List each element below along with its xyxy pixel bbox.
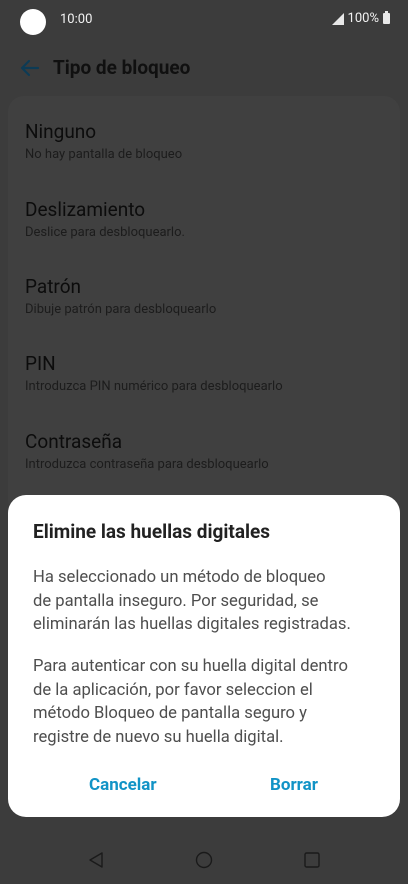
list-item-subtitle: No hay pantalla de bloqueo xyxy=(25,147,183,162)
signal-icon xyxy=(331,12,344,25)
dialog-message-line: eliminarán las huellas digitales registr… xyxy=(33,615,351,634)
list-item-deslizamiento[interactable]: Deslizamiento Deslice para desbloquearlo… xyxy=(25,198,385,240)
status-bar: 10:00 100% xyxy=(0,0,408,40)
list-item-subtitle: Introduzca contraseña para desbloquearlo xyxy=(25,457,269,472)
arrow-left-icon[interactable] xyxy=(16,54,44,82)
dialog-message-line: registre de nuevo su huella digital. xyxy=(33,727,284,747)
cancel-button[interactable]: Cancelar xyxy=(89,775,157,795)
battery-icon xyxy=(383,11,390,24)
remove-fingerprints-dialog: Elimine las huellas digitales Ha selecci… xyxy=(8,495,400,817)
screen: 10:00 100% Tipo de bloqueo Ninguno No ha… xyxy=(0,0,408,884)
notification-dot-icon xyxy=(20,9,46,35)
list-item-title: PIN xyxy=(25,352,56,375)
list-item-subtitle: Introduzca PIN numérico para desbloquear… xyxy=(25,379,283,394)
dialog-message-line: de la aplicación, por favor seleccion el xyxy=(33,680,313,700)
status-indicators: 100% xyxy=(331,11,390,26)
dialog-message-line: de pantalla inseguro. Por seguridad, se xyxy=(33,591,319,611)
navigation-bar xyxy=(0,834,408,884)
dialog-message-2: Para autenticar con su huella digital de… xyxy=(33,655,383,749)
list-item-title: Patrón xyxy=(25,275,82,298)
list-item-subtitle: Dibuje patrón para desbloquearlo xyxy=(25,302,217,317)
dialog-message-line: método Bloqueo de pantalla seguro y xyxy=(33,704,307,723)
recents-icon[interactable] xyxy=(302,850,322,870)
app-header: Tipo de bloqueo xyxy=(0,44,408,92)
list-item-pin[interactable]: PIN Introduzca PIN numérico para desbloq… xyxy=(25,352,385,394)
delete-button[interactable]: Borrar xyxy=(270,775,318,795)
status-time: 10:00 xyxy=(60,12,93,27)
dialog-message-line: Para autenticar con su huella digital de… xyxy=(33,657,348,676)
battery-percent: 100% xyxy=(347,11,379,26)
dialog-message-line: Ha seleccionado un método de bloqueo xyxy=(33,568,326,587)
list-item-patron[interactable]: Patrón Dibuje patrón para desbloquearlo xyxy=(25,275,385,317)
list-item-ninguno[interactable]: Ninguno No hay pantalla de bloqueo xyxy=(25,120,385,162)
home-icon[interactable] xyxy=(194,850,214,870)
page-title: Tipo de bloqueo xyxy=(53,56,191,79)
lock-type-list: Ninguno No hay pantalla de bloqueo Desli… xyxy=(8,96,400,516)
list-item-title: Contraseña xyxy=(25,430,123,453)
dialog-message-1: Ha seleccionado un método de bloqueo de … xyxy=(33,566,383,637)
list-item-subtitle: Deslice para desbloquearlo. xyxy=(25,225,185,240)
list-item-title: Deslizamiento xyxy=(25,198,146,221)
dialog-title: Elimine las huellas digitales xyxy=(33,520,271,543)
back-icon[interactable] xyxy=(86,850,106,870)
list-item-contrasena[interactable]: Contraseña Introduzca contraseña para de… xyxy=(25,430,385,472)
list-item-title: Ninguno xyxy=(25,120,97,143)
